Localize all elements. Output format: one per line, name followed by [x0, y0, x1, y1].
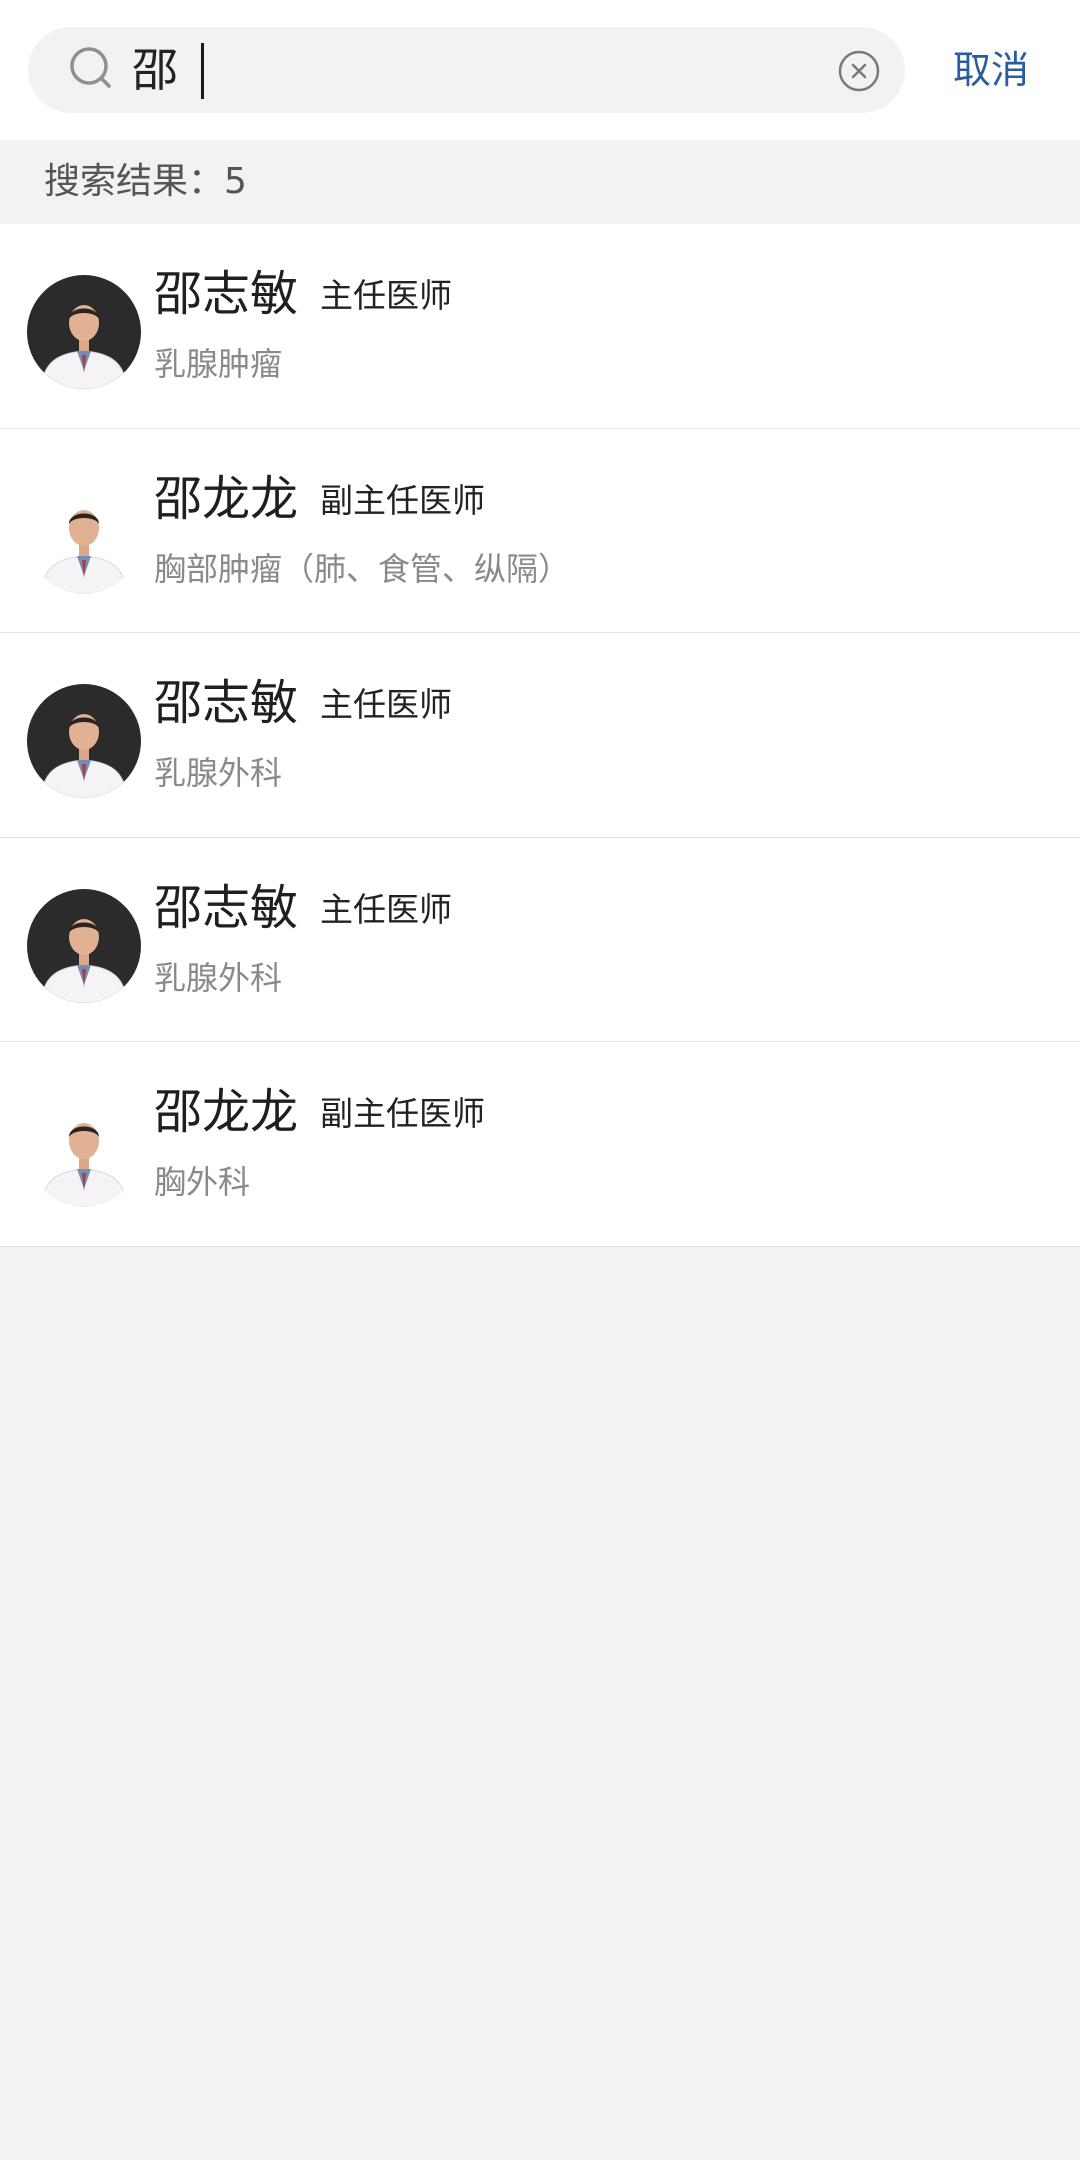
- doctor-department: 胸部肿瘤（肺、食管、纵隔）: [154, 549, 571, 588]
- search-input[interactable]: 邵: [28, 27, 905, 113]
- text-cursor: [201, 43, 204, 99]
- doctor-list-item[interactable]: 邵志敏 主任医师 乳腺外科: [0, 837, 1080, 1042]
- doctor-list-item[interactable]: 邵龙龙 副主任医师胸部肿瘤（肺、食管、纵隔）: [0, 428, 1080, 633]
- doctor-name: 邵志敏: [154, 675, 299, 731]
- result-count: 搜索结果：5: [44, 161, 247, 202]
- doctor-title: 副主任医师: [320, 1094, 485, 1133]
- doctor-title: 主任医师: [320, 685, 452, 724]
- doctor-name: 邵志敏: [154, 266, 299, 322]
- doctor-list-item[interactable]: 邵龙龙 副主任医师胸外科: [0, 1042, 1080, 1247]
- doctor-list-item[interactable]: 邵志敏 主任医师 乳腺外科: [0, 633, 1080, 838]
- search-header: 邵 取消: [0, 0, 1080, 140]
- clear-icon[interactable]: [838, 50, 880, 92]
- doctor-name: 邵龙龙: [154, 1084, 299, 1140]
- doctor-avatar: [27, 684, 141, 798]
- doctor-department: 乳腺肿瘤: [154, 345, 283, 383]
- search-query-text: 邵: [132, 43, 178, 97]
- search-icon: [70, 47, 111, 88]
- cancel-button[interactable]: 取消: [953, 41, 1029, 99]
- doctor-department: 乳腺外科: [154, 754, 283, 792]
- doctor-avatar: [27, 275, 141, 389]
- doctor-name: 邵志敏: [154, 879, 299, 936]
- doctor-avatar: [27, 479, 141, 594]
- doctor-list: 邵志敏 主任医师 乳腺肿瘤 邵龙龙 副主任医师 胸部肿瘤（肺、食管、纵隔） 邵志敏 主任医师乳…: [0, 224, 1080, 1247]
- doctor-department: 乳腺外科: [154, 958, 283, 997]
- doctor-department: 胸外科: [154, 1163, 251, 1201]
- doctor-title: 副主任医师: [320, 480, 485, 520]
- doctor-name: 邵龙龙: [154, 470, 299, 527]
- doctor-title: 主任医师: [320, 889, 452, 929]
- doctor-avatar: [27, 888, 141, 1003]
- doctor-list-item[interactable]: 邵志敏 主任医师 乳腺肿瘤: [0, 224, 1080, 429]
- doctor-title: 主任医师: [320, 276, 452, 315]
- doctor-avatar: [27, 1093, 141, 1207]
- result-count-bar: 搜索结果：5: [0, 140, 1080, 224]
